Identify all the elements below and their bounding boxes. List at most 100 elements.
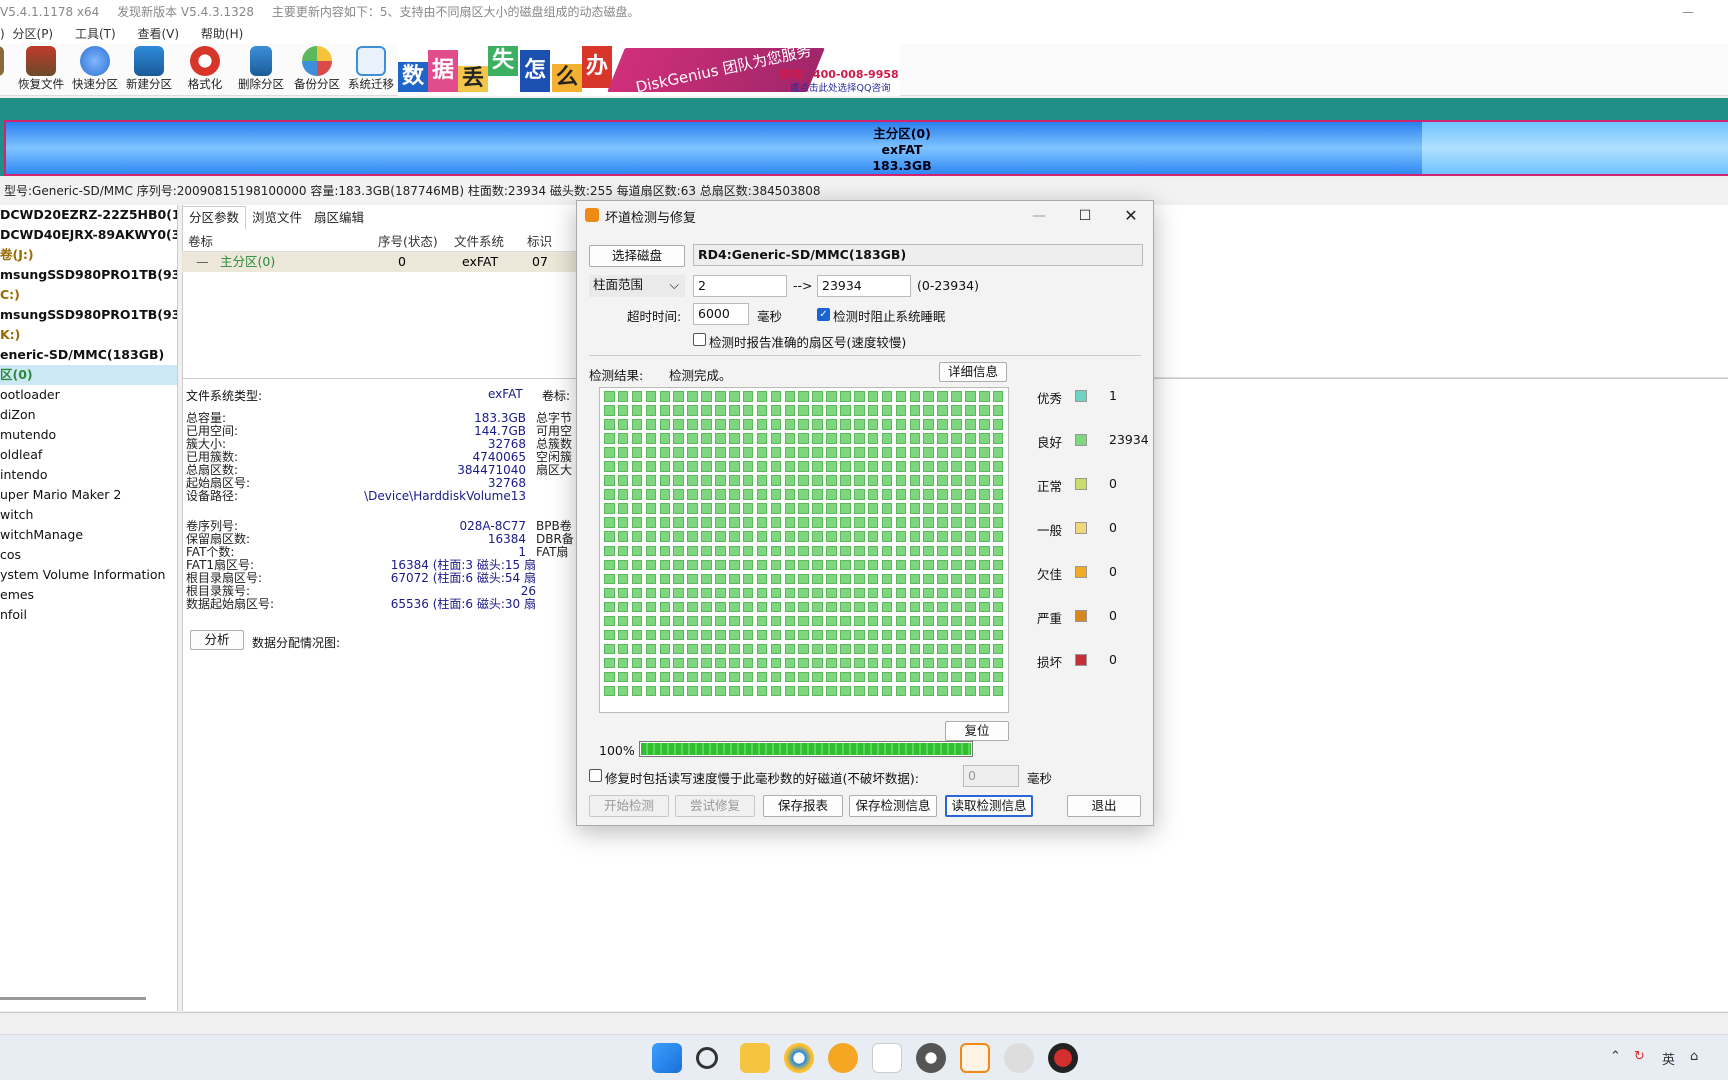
sector-cell [812,489,823,500]
file-explorer-icon[interactable] [740,1043,770,1073]
delete-partition-button[interactable]: 删除分区 [234,44,288,96]
col-fs[interactable]: 文件系统 [454,232,504,252]
ime-indicator[interactable]: 英 [1662,1049,1675,1068]
recover-files-button[interactable]: 恢复文件 [14,44,68,96]
param-label: 已用空间: [186,424,239,438]
start-icon[interactable] [652,1043,682,1073]
new-partition-button[interactable]: 新建分区 [122,44,176,96]
range-type-select[interactable]: 柱面范围 ⌵ [589,275,685,297]
sector-cell [701,615,712,627]
tab-sector-edit[interactable]: 扇区编辑 [308,207,370,229]
table-row[interactable]: — 主分区(0) 0 exFAT 07 [182,252,582,272]
timeout-input[interactable]: 6000 [693,303,749,325]
network-icon[interactable]: ⌂ [1690,1049,1698,1064]
tree-item[interactable]: K:) [0,325,177,345]
sector-cell [756,657,768,669]
save-scan-info-button[interactable]: 保存检测信息 [849,795,937,817]
load-scan-info-button[interactable]: 读取检测信息 [945,795,1033,817]
tree-item[interactable]: oldleaf [0,445,177,465]
col-label[interactable]: 卷标 [188,232,213,252]
fs-vol-label: 卷标: [542,389,571,403]
format-button[interactable]: 格式化 [178,44,232,96]
try-repair-button[interactable]: 尝试修复 [675,795,755,817]
sector-cell [673,671,684,683]
minimize-icon[interactable]: — [1682,0,1694,24]
repair-ms-input[interactable]: 0 [963,765,1019,787]
sync-icon[interactable]: ↻ [1634,1049,1645,1064]
sector-cell [826,685,837,697]
sector-cell [798,447,809,458]
tree-item[interactable]: intendo [0,465,177,485]
range-from-input[interactable]: 2 [693,275,787,297]
tree-item[interactable]: 区(0) [0,365,177,385]
menu-partition[interactable]: 分区(P) [13,27,54,41]
maximize-icon[interactable]: ☐ [1065,203,1105,229]
banner-qq-link[interactable]: 或点击此处选择QQ咨询 [790,80,890,94]
close-icon[interactable]: ✕ [1111,203,1151,229]
settings-gear-icon[interactable] [916,1043,946,1073]
browser-icon[interactable] [784,1043,814,1073]
tree-item[interactable]: mutendo [0,425,177,445]
disk-tree[interactable]: DCWD20EZRZ-22Z5HB0(1863DCWD40EJRX-89AKWY… [0,205,178,1011]
sector-cell [840,573,851,585]
update-notice[interactable]: 发现新版本 V5.4.3.1328 [117,5,254,19]
select-disk-button[interactable]: 选择磁盘 [589,245,685,267]
details-button[interactable]: 详细信息 [939,362,1007,382]
tree-item[interactable]: cos [0,545,177,565]
exit-button[interactable]: 退出 [1067,795,1141,817]
tree-item[interactable]: eneric-SD/MMC(183GB) [0,345,177,365]
tree-item[interactable]: witch [0,505,177,525]
tray-chevron-up-icon[interactable]: ⌃ [1610,1049,1621,1064]
param-value: 144.7GB [474,424,526,438]
sector-cell [951,573,962,585]
tree-item[interactable]: nfoil [0,605,177,625]
tree-item[interactable]: 卷(J:) [0,245,177,265]
minimize-icon[interactable]: — [1019,203,1059,229]
record-icon[interactable] [1048,1043,1078,1073]
tree-item[interactable]: ootloader [0,385,177,405]
tree-scrollbar[interactable] [0,997,146,1000]
tree-item[interactable]: DCWD20EZRZ-22Z5HB0(1863 [0,205,177,225]
param-label: FAT扇 [536,545,569,559]
tree-item[interactable]: uper Mario Maker 2 [0,485,177,505]
menu-view[interactable]: 查看(V) [137,27,179,41]
tree-item[interactable]: DCWD40EJRX-89AKWY0(3726 [0,225,177,245]
save-report-button[interactable]: 保存报表 [763,795,843,817]
tab-browse-files[interactable]: 浏览文件 [246,207,308,229]
promo-banner[interactable]: 数 据 丢 失 怎 么 办 DiskGenius 团队为您服务 致电：400-0… [398,44,900,96]
app-icon[interactable] [828,1043,858,1073]
music-app-icon[interactable] [872,1043,902,1073]
search-icon[interactable] [696,1047,718,1069]
legend-label: 损坏 [1037,655,1063,670]
tab-partition-params[interactable]: 分区参数 [182,206,247,229]
backup-partition-button[interactable]: 备份分区 [290,44,344,96]
tree-item[interactable]: msungSSD980PRO1TB(932GB [0,265,177,285]
prevent-sleep-checkbox[interactable]: ✓ [817,308,830,321]
system-migrate-button[interactable]: 系统迁移 [344,44,398,96]
analyze-button[interactable]: 分析 [190,630,244,650]
repair-slow-checkbox[interactable] [589,769,602,782]
tree-item[interactable]: witchManage [0,525,177,545]
col-index[interactable]: 序号(状态) [378,232,438,252]
partition-block[interactable]: 主分区(0) exFAT 183.3GB [4,120,1728,176]
start-scan-button[interactable]: 开始检测 [589,795,669,817]
range-to-input[interactable]: 23934 [817,275,911,297]
reset-button[interactable]: 复位 [945,721,1009,741]
alien-app-icon[interactable] [1004,1043,1034,1073]
sector-cell [826,545,837,557]
col-id[interactable]: 标识 [527,232,552,252]
menu-tools[interactable]: 工具(T) [75,27,116,41]
quick-partition-button[interactable]: 快速分区 [68,44,122,96]
tree-item[interactable]: ystem Volume Information [0,565,177,585]
report-sector-checkbox[interactable] [693,333,706,346]
legend-swatch [1075,478,1087,490]
tree-item[interactable]: diZon [0,405,177,425]
sector-cell [881,587,893,599]
tree-item[interactable]: C:) [0,285,177,305]
tree-item[interactable]: msungSSD980PRO1TB(932GB [0,305,177,325]
sector-cell [617,531,629,542]
tree-item[interactable]: emes [0,585,177,605]
diskgenius-taskbar-icon[interactable] [960,1043,990,1073]
menu-help[interactable]: 帮助(H) [201,27,243,41]
sector-cell [617,545,629,557]
